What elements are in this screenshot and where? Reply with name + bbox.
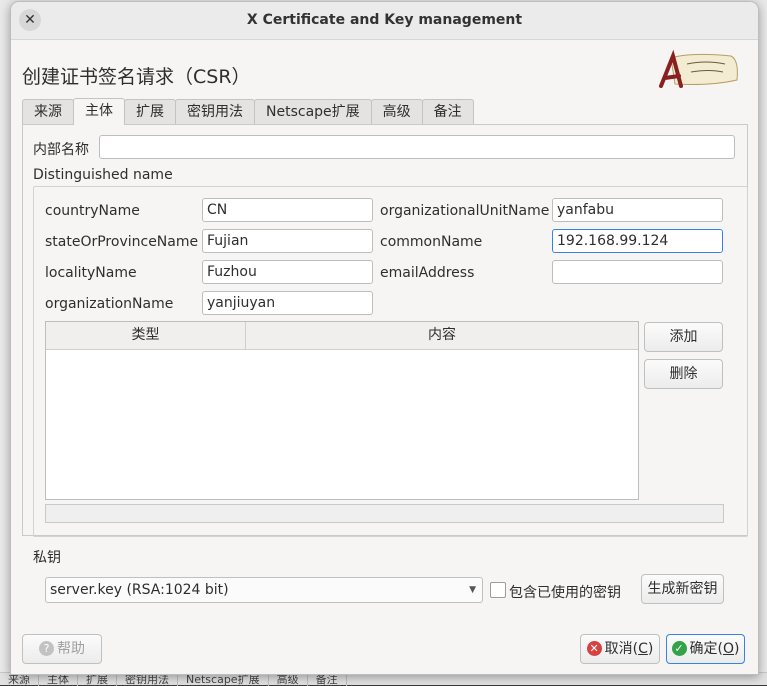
internal-name-label: 内部名称	[33, 142, 89, 158]
include-used-keys-checkbox[interactable]	[490, 582, 506, 598]
help-icon: ?	[39, 640, 54, 656]
tab-netscape[interactable]: Netscape扩展	[254, 99, 372, 124]
org-unit-field[interactable]	[552, 198, 723, 222]
help-button[interactable]: ? 帮助	[22, 634, 102, 664]
background-tab: Netscape扩展	[178, 674, 269, 686]
cancel-mnemonic: C	[638, 641, 648, 657]
tab-source[interactable]: 来源	[22, 99, 74, 124]
column-header-content[interactable]: 内容	[246, 322, 638, 349]
cancel-button-label: 取消	[604, 641, 633, 657]
background-tab: 主体	[39, 674, 78, 686]
generate-key-button[interactable]: 生成新密钥	[641, 574, 724, 604]
country-name-label: countryName	[45, 203, 140, 219]
locality-label: localityName	[45, 265, 137, 281]
private-key-label: 私钥	[33, 550, 61, 566]
page-title: 创建证书签名请求（CSR）	[22, 66, 251, 88]
tab-subject[interactable]: 主体	[73, 98, 125, 125]
extra-attributes-table[interactable]: 类型 内容	[45, 321, 639, 500]
internal-name-field[interactable]	[99, 135, 735, 159]
background-tab: 来源	[0, 674, 39, 686]
state-field[interactable]	[202, 229, 373, 253]
tab-bar: 来源 主体 扩展 密钥用法 Netscape扩展 高级 备注	[22, 98, 474, 125]
email-field[interactable]	[552, 260, 723, 284]
common-name-label: commonName	[380, 234, 483, 250]
ok-mnemonic: O	[722, 641, 735, 657]
common-name-field[interactable]	[552, 229, 723, 253]
email-label: emailAddress	[380, 265, 475, 281]
horizontal-scrollbar[interactable]	[45, 504, 724, 523]
tab-key-usage[interactable]: 密钥用法	[175, 99, 255, 124]
organization-label: organizationName	[45, 296, 174, 312]
tab-extensions[interactable]: 扩展	[124, 99, 176, 124]
check-icon: ✓	[671, 640, 687, 656]
table-header: 类型 内容	[46, 322, 638, 350]
private-key-selected: server.key (RSA:1024 bit)	[50, 582, 229, 598]
ok-button-label: 确定	[689, 641, 718, 657]
tab-advanced[interactable]: 高级	[370, 99, 423, 124]
background-tab: 备注	[308, 674, 347, 686]
csr-dialog: ✕ X Certificate and Key management 创建证书签…	[10, 1, 759, 675]
xca-logo-icon	[659, 50, 738, 88]
add-button[interactable]: 添加	[644, 322, 723, 352]
organization-field[interactable]	[202, 291, 373, 315]
cancel-button[interactable]: ✕ 取消(C)	[580, 634, 660, 664]
title-bar: ✕ X Certificate and Key management	[11, 2, 758, 40]
background-tab: 密钥用法	[117, 674, 178, 686]
background-tab: 扩展	[78, 674, 117, 686]
state-label: stateOrProvinceName	[45, 234, 199, 250]
tab-comment[interactable]: 备注	[421, 99, 474, 124]
private-key-select[interactable]: server.key (RSA:1024 bit) ▼	[45, 577, 483, 603]
dn-group-label: Distinguished name	[33, 167, 173, 183]
org-unit-label: organizationalUnitName	[380, 203, 550, 219]
country-name-field[interactable]	[202, 198, 373, 222]
include-used-keys-label: 包含已使用的密钥	[509, 585, 621, 601]
cancel-icon: ✕	[586, 640, 602, 656]
background-tab: 高级	[269, 674, 308, 686]
ok-button[interactable]: ✓ 确定(O)	[666, 634, 745, 664]
help-button-label: 帮助	[57, 641, 85, 657]
delete-button[interactable]: 删除	[644, 359, 723, 389]
window-title: X Certificate and Key management	[246, 12, 523, 28]
locality-field[interactable]	[202, 260, 373, 284]
column-header-type[interactable]: 类型	[46, 322, 246, 349]
chevron-down-icon: ▼	[469, 585, 476, 595]
